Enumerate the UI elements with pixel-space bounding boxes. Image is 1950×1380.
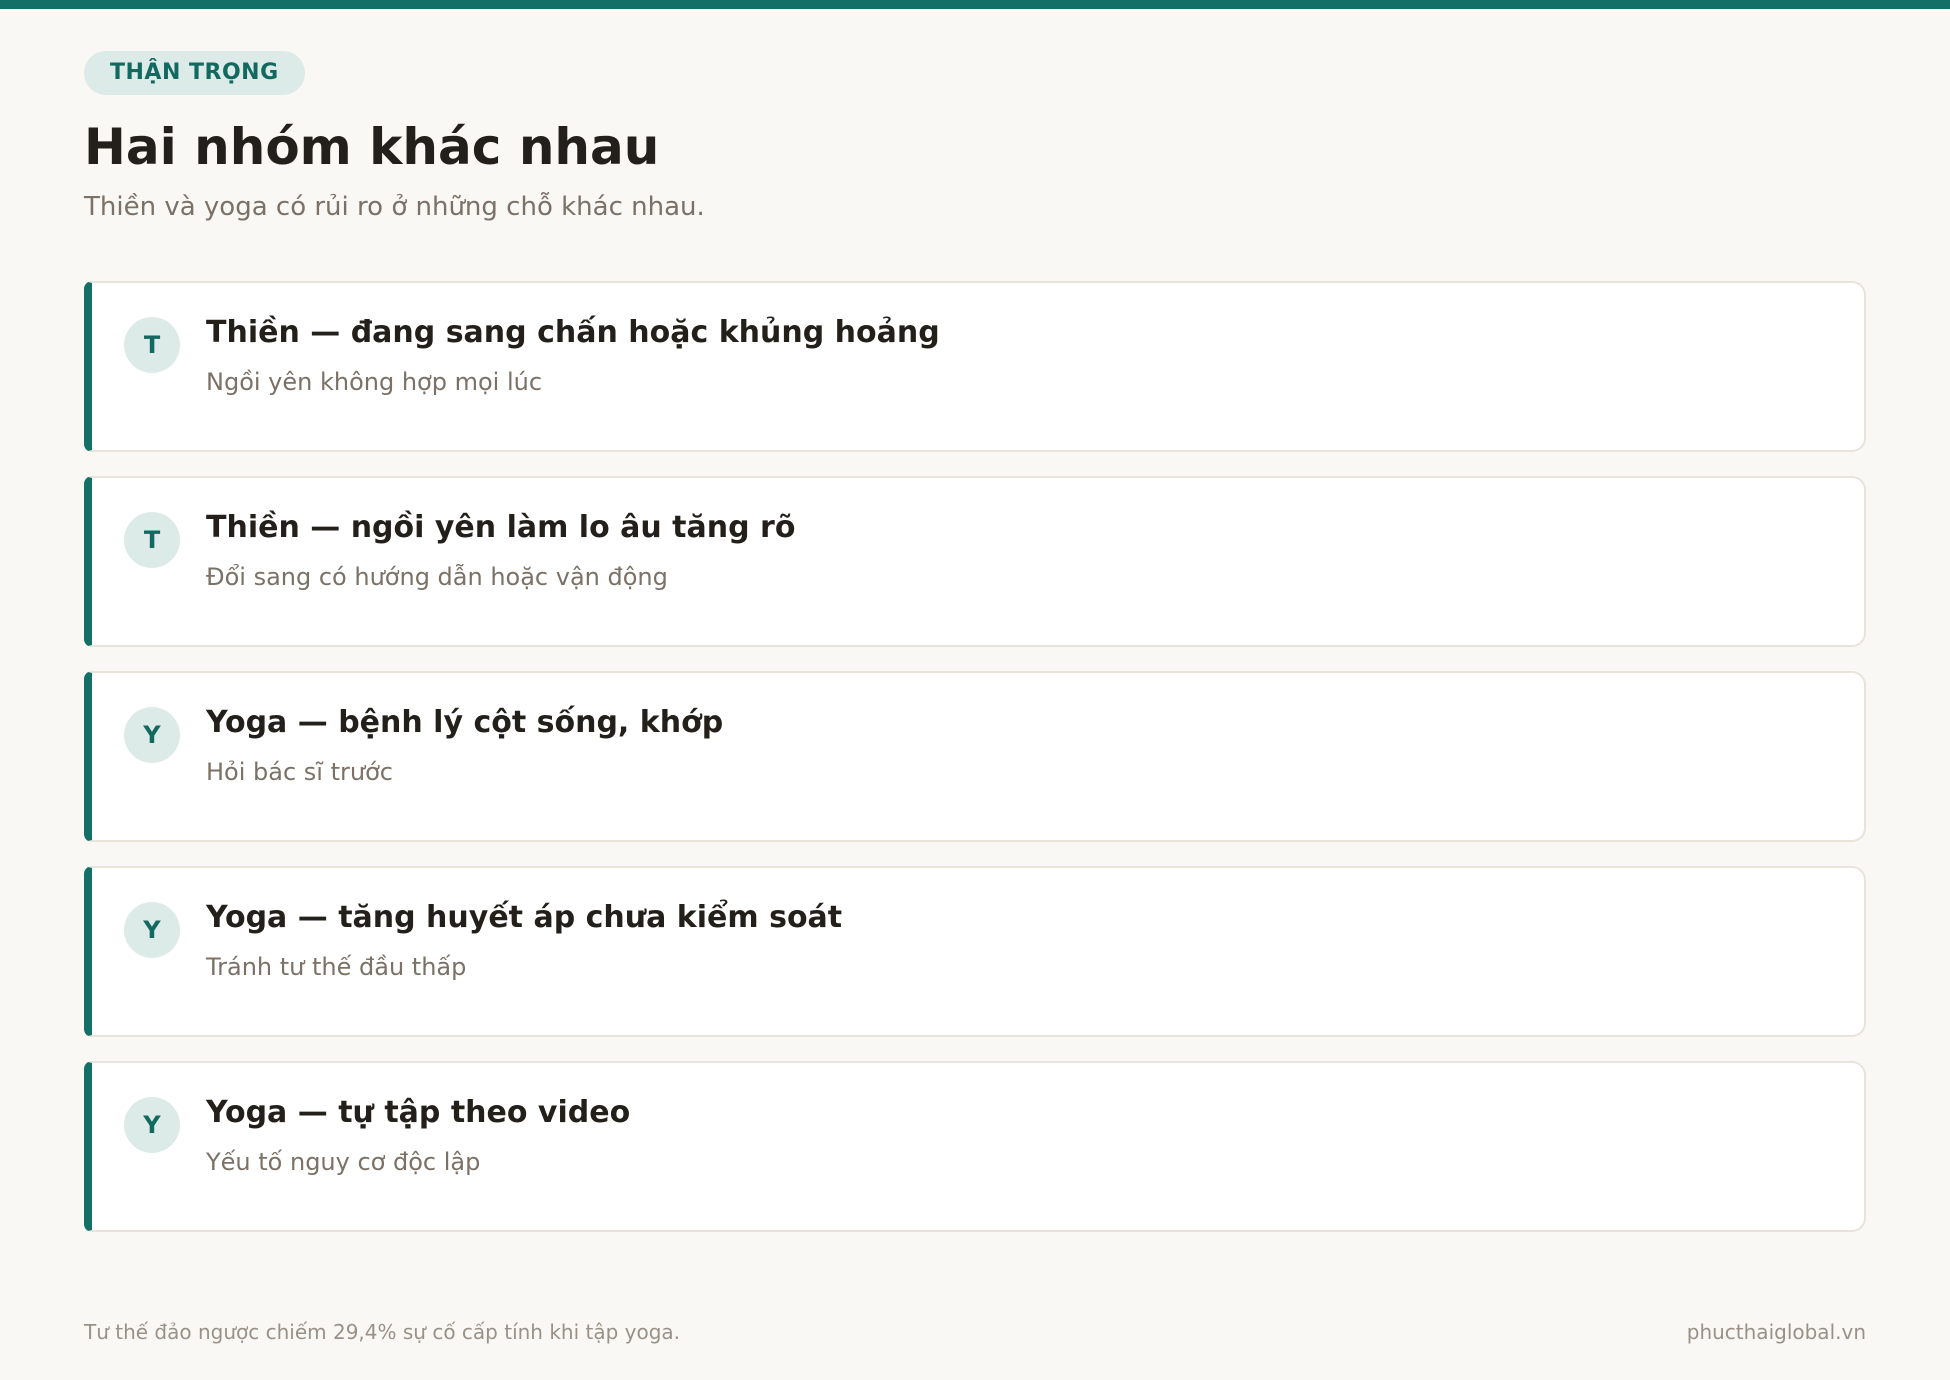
card-description: Ngồi yên không hợp mọi lúc: [206, 368, 543, 396]
list-item: T Thiền — ngồi yên làm lo âu tăng rõ Đổi…: [84, 476, 1866, 647]
footer-note: Tư thế đảo ngược chiếm 29,4% sự cố cấp t…: [84, 1320, 681, 1344]
main-content: THẬN TRỌNG Hai nhóm khác nhau Thiền và y…: [84, 51, 1866, 1256]
list-item: Y Yoga — tăng huyết áp chưa kiểm soát Tr…: [84, 866, 1866, 1037]
initial-avatar: T: [124, 317, 180, 373]
initial-avatar: Y: [124, 902, 180, 958]
card-description: Yếu tố nguy cơ độc lập: [206, 1148, 481, 1176]
page-subtitle: Thiền và yoga có rủi ro ở những chỗ khác…: [84, 192, 705, 222]
list-item: Y Yoga — bệnh lý cột sống, khớp Hỏi bác …: [84, 671, 1866, 842]
list-item: Y Yoga — tự tập theo video Yếu tố nguy c…: [84, 1061, 1866, 1232]
card-title: Thiền — đang sang chấn hoặc khủng hoảng: [206, 315, 940, 350]
top-accent-bar: [0, 0, 1950, 9]
caution-badge: THẬN TRỌNG: [84, 51, 305, 95]
card-list: T Thiền — đang sang chấn hoặc khủng hoản…: [84, 281, 1866, 1232]
initial-avatar: Y: [124, 707, 180, 763]
card-description: Hỏi bác sĩ trước: [206, 758, 393, 786]
initial-avatar: Y: [124, 1097, 180, 1153]
initial-avatar: T: [124, 512, 180, 568]
card-title: Yoga — tự tập theo video: [206, 1095, 631, 1130]
card-title: Yoga — bệnh lý cột sống, khớp: [206, 705, 724, 740]
card-description: Đổi sang có hướng dẫn hoặc vận động: [206, 563, 668, 591]
page-title: Hai nhóm khác nhau: [84, 118, 660, 176]
card-title: Yoga — tăng huyết áp chưa kiểm soát: [206, 900, 843, 935]
footer-site-name: phucthaiglobal.vn: [1686, 1320, 1866, 1344]
card-title: Thiền — ngồi yên làm lo âu tăng rõ: [206, 510, 796, 545]
list-item: T Thiền — đang sang chấn hoặc khủng hoản…: [84, 281, 1866, 452]
card-description: Tránh tư thế đầu thấp: [206, 953, 467, 981]
